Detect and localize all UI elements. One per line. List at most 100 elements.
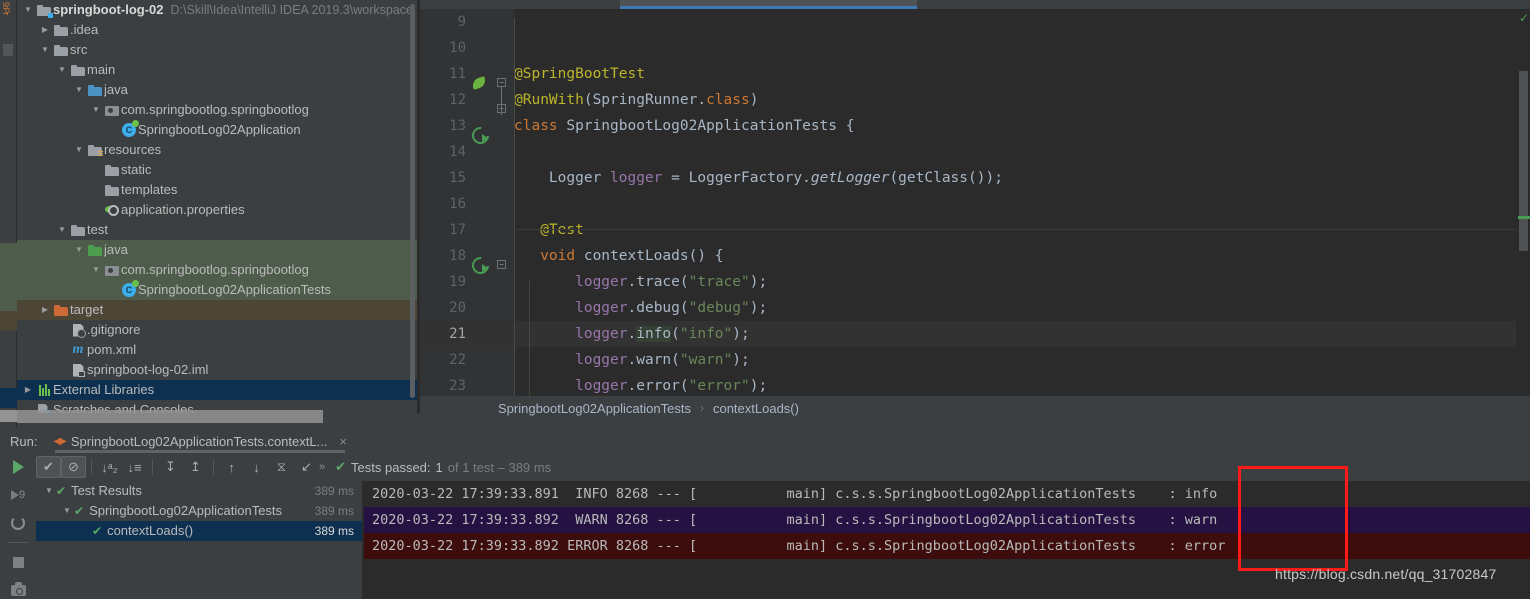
toolbar-divider xyxy=(8,542,28,544)
run-top-toolbar[interactable]: ✔ ⊘ ↓ᵃ₂ ↓≡ ↧ ↥ ↑ ↓ ⧖ ↙ » ✔ Tests passed: 1 of 1 t… xyxy=(36,454,1530,480)
code-line-18[interactable]: 18 void contextLoads() { xyxy=(420,243,1530,269)
fold-marker-icon[interactable]: − xyxy=(497,260,506,269)
tree-item-main[interactable]: ▼ main xyxy=(17,60,417,80)
run-test-gutter-icon[interactable] xyxy=(472,257,488,272)
breadcrumb-method[interactable]: contextLoads() xyxy=(713,401,799,416)
editor-area: 9 10 11 @SpringBootTest 12 @RunWith(SpringRun… xyxy=(420,0,1530,396)
expand-all[interactable]: ↧ xyxy=(158,456,183,478)
code-line-16[interactable]: 16 xyxy=(420,191,1530,217)
project-tree-panel[interactable]: ▼ springboot-log-02 D:\Skill\Idea\Intell… xyxy=(17,0,417,413)
sort-alphabetically[interactable]: ↓ᵃ₂ xyxy=(97,456,122,478)
expand-arrow-icon[interactable]: ▼ xyxy=(21,0,35,20)
run-left-toolbar[interactable]: 9 xyxy=(0,454,36,599)
tree-item-target[interactable]: ▶ target xyxy=(17,300,417,320)
expand-arrow-icon[interactable]: ▶ xyxy=(21,380,35,400)
close-icon[interactable]: × xyxy=(339,434,347,449)
breadcrumb-class[interactable]: SpringbootLog02ApplicationTests xyxy=(498,401,691,416)
tree-item-external-libraries[interactable]: ▶ External Libraries xyxy=(17,380,417,400)
code-editor[interactable]: 9 10 11 @SpringBootTest 12 @RunWith(SpringRun… xyxy=(420,9,1530,396)
project-scrollbar[interactable] xyxy=(410,4,415,398)
hide-ignored-toggle[interactable]: ⊘ xyxy=(61,456,86,478)
code-line-13[interactable]: 13 class SpringbootLog02ApplicationTests … xyxy=(420,113,1530,139)
tree-item-test[interactable]: ▼ test xyxy=(17,220,417,240)
test-tree-row[interactable]: ▼ ✔ SpringbootLog02ApplicationTests 389 ms xyxy=(36,501,362,521)
tree-item-java[interactable]: ▼ java xyxy=(17,240,417,260)
stop-button[interactable] xyxy=(7,554,29,571)
code-token: . xyxy=(627,378,637,394)
code-line-15[interactable]: 15 Logger logger = LoggerFactory.getLogg… xyxy=(420,165,1530,191)
tree-item-java[interactable]: ▼ java xyxy=(17,80,417,100)
test-tree-row[interactable]: ✔ contextLoads() 389 ms xyxy=(36,521,362,541)
sort-by-duration[interactable]: ↓≡ xyxy=(122,456,147,478)
code-line-22[interactable]: 22 logger.warn("warn"); xyxy=(420,347,1530,373)
expand-arrow-icon[interactable]: ▼ xyxy=(72,80,86,100)
tree-row-root[interactable]: ▼ springboot-log-02 D:\Skill\Idea\Intell… xyxy=(17,0,417,20)
editor-scroll-thumb[interactable] xyxy=(1519,71,1528,251)
expand-arrow-icon[interactable]: ▼ xyxy=(42,481,56,501)
fold-connector xyxy=(501,86,502,115)
expand-arrow-icon[interactable]: ▼ xyxy=(72,240,86,260)
code-line-12[interactable]: 12 @RunWith(SpringRunner.class) xyxy=(420,87,1530,113)
tree-item-springbootlog02application[interactable]: C SpringbootLog02Application xyxy=(17,120,417,140)
expand-arrow-icon[interactable]: ▼ xyxy=(38,40,52,60)
test-results-tree[interactable]: ▼ ✔ Test Results 389 ms ▼ ✔ SpringbootLog02App… xyxy=(36,481,362,599)
expand-arrow-icon[interactable]: ▼ xyxy=(55,60,69,80)
expand-arrow-icon[interactable]: ▶ xyxy=(38,20,52,40)
previous-failed-test[interactable]: ↑ xyxy=(219,456,244,478)
code-line-9[interactable]: 9 xyxy=(420,9,1530,35)
line-number: 9 xyxy=(457,14,466,30)
editor-tab-strip[interactable] xyxy=(420,0,1530,9)
tree-item-springbootlog02applicationtests[interactable]: C SpringbootLog02ApplicationTests xyxy=(17,280,417,300)
screenshot-button[interactable] xyxy=(7,582,29,599)
export-test-results[interactable]: ↙ xyxy=(294,456,319,478)
toggle-auto-test-button[interactable] xyxy=(7,515,29,532)
code-line-19[interactable]: 19 logger.trace("trace"); xyxy=(420,269,1530,295)
code-token: getClass xyxy=(898,170,969,186)
editor-tab-active[interactable] xyxy=(620,0,917,9)
expand-arrow-icon[interactable]: ▼ xyxy=(72,140,86,160)
toolbar-overflow-icon[interactable]: » xyxy=(319,461,325,473)
test-tree-row[interactable]: ▼ ✔ Test Results 389 ms xyxy=(36,481,362,501)
intellij-idea-window: 9:Pr ▼ springboot-log-02 D:\Skill\Idea\I… xyxy=(0,0,1530,599)
run-test-gutter-icon[interactable] xyxy=(472,127,488,142)
collapse-all[interactable]: ↥ xyxy=(183,456,208,478)
code-line-10[interactable]: 10 xyxy=(420,35,1530,61)
show-passed-toggle[interactable]: ✔ xyxy=(36,456,61,478)
run-configuration-tab[interactable]: ◀▶ SpringbootLog02ApplicationTests.conte… xyxy=(53,434,347,449)
code-line-21[interactable]: 21 logger.info("info"); xyxy=(420,321,1530,347)
tree-item-pom-xml[interactable]: m pom.xml xyxy=(17,340,417,360)
code-line-14[interactable]: 14 xyxy=(420,139,1530,165)
code-token: . xyxy=(627,352,637,368)
tree-item-application-properties[interactable]: application.properties xyxy=(17,200,417,220)
next-failed-test[interactable]: ↓ xyxy=(244,456,269,478)
code-line-17[interactable]: 17 @Test xyxy=(420,217,1530,243)
rerun-button[interactable] xyxy=(7,459,29,476)
tree-item--gitignore[interactable]: .gitignore xyxy=(17,320,417,340)
expand-arrow-icon[interactable]: ▶ xyxy=(38,300,52,320)
test-history[interactable]: ⧖ xyxy=(269,456,294,478)
code-line-11[interactable]: 11 @SpringBootTest xyxy=(420,61,1530,87)
tree-item-templates[interactable]: templates xyxy=(17,180,417,200)
breadcrumb[interactable]: SpringbootLog02ApplicationTests › contex… xyxy=(420,396,1530,420)
expand-arrow-icon[interactable]: ▼ xyxy=(55,220,69,240)
code-line-20[interactable]: 20 logger.debug("debug"); xyxy=(420,295,1530,321)
editor-scrollbar[interactable]: ✓ xyxy=(1516,9,1530,396)
editor-tab-inactive[interactable] xyxy=(420,0,620,9)
rerun-failed-button[interactable]: 9 xyxy=(7,487,29,504)
console-line-warn[interactable]: 2020-03-22 17:39:33.892 WARN 8268 --- [ … xyxy=(364,507,1530,533)
code-token: . xyxy=(627,326,637,342)
tree-item-static[interactable]: static xyxy=(17,160,417,180)
tree-item-springboot-log-02-iml[interactable]: springboot-log-02.iml xyxy=(17,360,417,380)
expand-arrow-icon[interactable]: ▼ xyxy=(89,260,103,280)
expand-arrow-icon[interactable]: ▼ xyxy=(89,100,103,120)
console-line-error[interactable]: 2020-03-22 17:39:33.892 ERROR 8268 --- [… xyxy=(364,533,1530,559)
tree-item-com-springbootlog-springbootlog[interactable]: ▼ com.springbootlog.springbootlog xyxy=(17,260,417,280)
tree-item-resources[interactable]: ▼ resources xyxy=(17,140,417,160)
tests-status: ✔ Tests passed: 1 of 1 test – 389 ms xyxy=(335,459,551,475)
line-number: 22 xyxy=(449,352,466,368)
tree-item-com-springbootlog-springbootlog[interactable]: ▼ com.springbootlog.springbootlog xyxy=(17,100,417,120)
expand-arrow-icon[interactable]: ▼ xyxy=(60,501,74,521)
tree-item-src[interactable]: ▼ src xyxy=(17,40,417,60)
console-line-info[interactable]: 2020-03-22 17:39:33.891 INFO 8268 --- [ … xyxy=(364,481,1530,507)
tree-item--idea[interactable]: ▶ .idea xyxy=(17,20,417,40)
